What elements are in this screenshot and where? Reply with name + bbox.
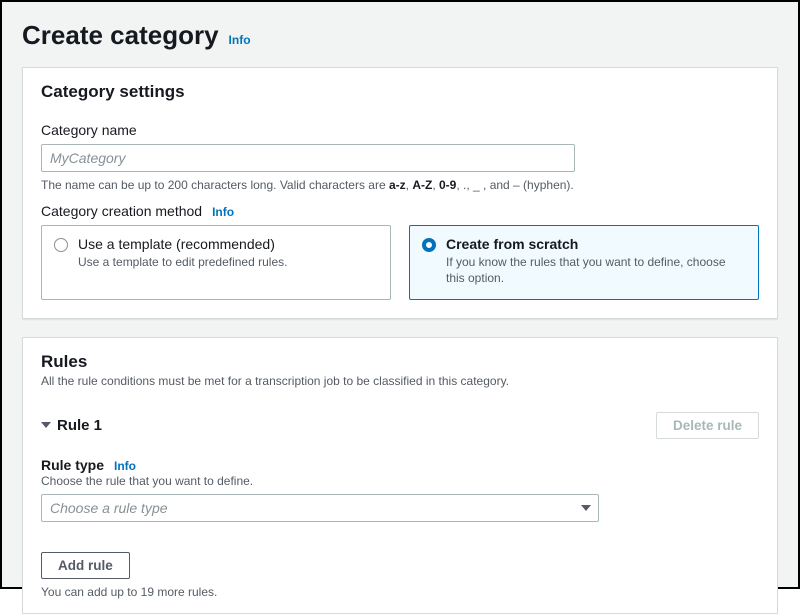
rule-type-select-wrap: Choose a rule type	[41, 494, 599, 522]
category-name-label: Category name	[41, 122, 759, 138]
rule-type-label: Rule type	[41, 457, 104, 473]
category-settings-panel: Category settings Category name The name…	[22, 67, 778, 319]
rule-1-label: Rule 1	[57, 417, 102, 434]
option-scratch-title: Create from scratch	[446, 236, 746, 252]
add-rule-button[interactable]: Add rule	[41, 552, 130, 579]
help-prefix: The name can be up to 200 characters lon…	[41, 178, 389, 192]
chevron-down-icon	[41, 422, 51, 428]
option-template-content: Use a template (recommended) Use a templ…	[78, 236, 287, 270]
rules-header: Rules All the rule conditions must be me…	[23, 338, 777, 398]
category-name-help: The name can be up to 200 characters lon…	[41, 177, 759, 193]
page-root: Create category Info Category settings C…	[0, 0, 800, 589]
option-scratch-content: Create from scratch If you know the rule…	[446, 236, 746, 286]
option-create-from-scratch[interactable]: Create from scratch If you know the rule…	[409, 225, 759, 299]
category-settings-header: Category settings	[23, 68, 777, 112]
radio-icon	[422, 238, 436, 252]
category-settings-title: Category settings	[41, 82, 759, 102]
info-link-header[interactable]: Info	[229, 33, 251, 47]
rule-1-body: Rule type Info Choose the rule that you …	[23, 447, 777, 540]
option-use-template[interactable]: Use a template (recommended) Use a templ…	[41, 225, 391, 299]
creation-method-label-row: Category creation method Info	[41, 203, 759, 219]
category-name-input[interactable]	[41, 144, 575, 172]
help-sep-2: ,	[432, 178, 439, 192]
category-settings-body: Category name The name can be up to 200 …	[23, 122, 777, 318]
radio-icon	[54, 238, 68, 252]
info-link-rule-type[interactable]: Info	[114, 459, 136, 473]
add-rule-section: Add rule You can add up to 19 more rules…	[23, 540, 777, 613]
rules-panel: Rules All the rule conditions must be me…	[22, 337, 778, 614]
rule-1-toggle[interactable]: Rule 1	[41, 417, 102, 434]
help-bold-3: 0-9	[439, 178, 456, 192]
add-rule-help: You can add up to 19 more rules.	[41, 585, 759, 599]
rule-type-select[interactable]: Choose a rule type	[41, 494, 599, 522]
delete-rule-button[interactable]: Delete rule	[656, 412, 759, 439]
rule-type-desc: Choose the rule that you want to define.	[41, 474, 759, 488]
creation-method-options: Use a template (recommended) Use a templ…	[41, 225, 759, 299]
option-scratch-desc: If you know the rules that you want to d…	[446, 254, 746, 286]
page-title: Create category	[22, 20, 219, 51]
option-template-title: Use a template (recommended)	[78, 236, 287, 252]
rule-1-header-row: Rule 1 Delete rule	[23, 398, 777, 447]
help-bold-2: A-Z	[412, 178, 432, 192]
page-header: Create category Info	[2, 12, 798, 67]
option-template-desc: Use a template to edit predefined rules.	[78, 254, 287, 270]
rules-subtitle: All the rule conditions must be met for …	[41, 374, 759, 388]
info-link-creation-method[interactable]: Info	[212, 205, 234, 219]
help-suffix: , ., _ , and – (hyphen).	[456, 178, 573, 192]
help-bold-1: a-z	[389, 178, 406, 192]
rules-title: Rules	[41, 352, 759, 372]
rule-type-label-row: Rule type Info	[41, 457, 759, 473]
creation-method-label: Category creation method	[41, 203, 202, 219]
